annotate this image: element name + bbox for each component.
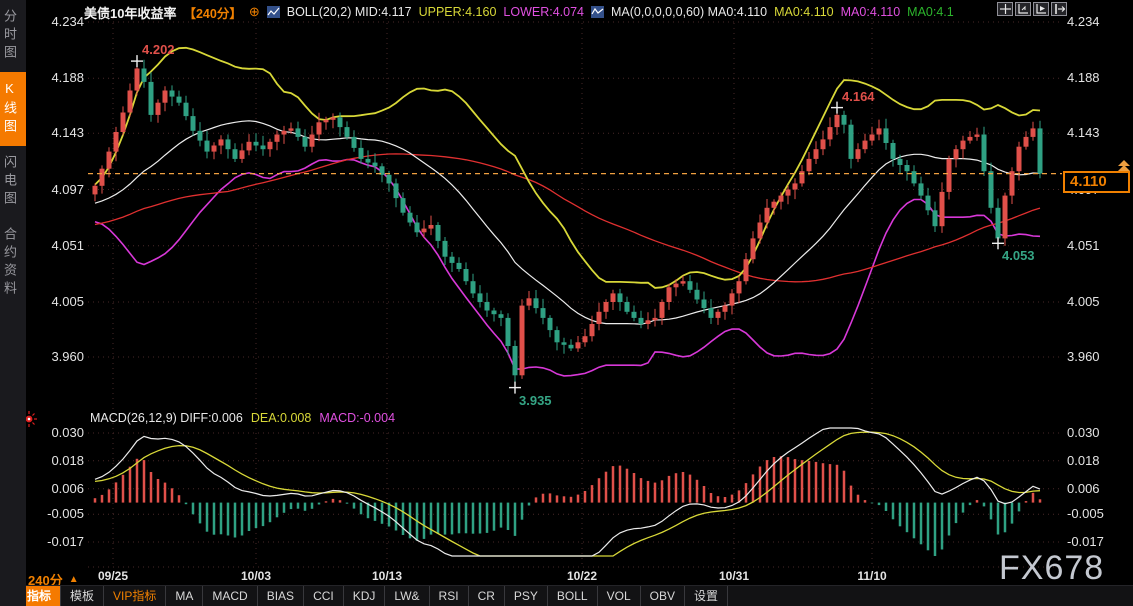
crosshair-tool-icon[interactable] <box>997 2 1013 16</box>
tab-vol[interactable]: VOL <box>598 586 641 606</box>
tab-template[interactable]: 模板 <box>61 586 104 606</box>
period-badge[interactable]: 【240分】 <box>183 3 241 22</box>
exit-panel-tool-icon[interactable] <box>1051 2 1067 16</box>
tab-bias[interactable]: BIAS <box>258 586 304 606</box>
sidebar-item-flash-chart[interactable]: 闪电图 <box>0 146 26 218</box>
macd-diff-value: MACD(26,12,9) DIFF:0.006 <box>90 411 243 425</box>
tab-rsi[interactable]: RSI <box>430 586 469 606</box>
last-price-badge: 4.110 <box>1063 171 1130 193</box>
macd-value: MACD:-0.004 <box>319 411 395 425</box>
chart-app-window: 4.2344.2344.1884.1884.1434.1434.0974.097… <box>0 0 1133 606</box>
ma-magenta-value: MA0:4.110 <box>841 5 901 19</box>
macd-legend: MACD(26,12,9) DIFF:0.006 DEA:0.008 MACD:… <box>90 411 395 425</box>
ma-yellow-value: MA0:4.110 <box>774 5 834 19</box>
ma-first-value: MA(0,0,0,0,0,60) MA0:4.110 <box>611 5 767 19</box>
boll-upper-value: UPPER:4.160 <box>419 5 497 19</box>
sidebar-item-kline-chart[interactable]: K线图 <box>0 72 26 146</box>
tab-boll[interactable]: BOLL <box>548 586 598 606</box>
tab-cci[interactable]: CCI <box>304 586 344 606</box>
boll-mid-value: BOLL(20,2) MID:4.117 <box>287 5 412 19</box>
tab-cr[interactable]: CR <box>469 586 505 606</box>
axis-scale-tool-icon[interactable] <box>1015 2 1031 16</box>
tab-vip-indicator[interactable]: VIP指标 <box>104 586 166 606</box>
sidebar: 分时图K线图闪电图合约资料 <box>0 0 26 606</box>
tab-lw[interactable]: LW& <box>385 586 429 606</box>
chart-header-legend: 美债10年收益率 【240分】 ⊕ BOLL(20,2) MID:4.117 U… <box>84 3 954 21</box>
symbol-title: 美债10年收益率 <box>84 3 176 22</box>
boll-lower-value: LOWER:4.074 <box>503 5 584 19</box>
chart-toolbar <box>997 2 1067 16</box>
ma-chart-icon[interactable] <box>591 6 604 18</box>
boll-chart-icon[interactable] <box>267 6 280 18</box>
tab-kdj[interactable]: KDJ <box>344 586 386 606</box>
indicator-tabbar: 指标模板VIP指标MAMACDBIASCCIKDJLW&RSICRPSYBOLL… <box>0 585 1133 606</box>
tab-obv[interactable]: OBV <box>641 586 685 606</box>
tab-ma[interactable]: MA <box>166 586 203 606</box>
tab-settings[interactable]: 设置 <box>685 586 728 606</box>
chevron-up-icon: ▲ <box>69 574 79 585</box>
tab-psy[interactable]: PSY <box>505 586 548 606</box>
tab-macd[interactable]: MACD <box>203 586 257 606</box>
add-indicator-icon[interactable]: ⊕ <box>249 4 260 20</box>
axis-play-tool-icon[interactable] <box>1033 2 1049 16</box>
sidebar-item-contract-info[interactable]: 合约资料 <box>0 218 26 308</box>
ma-green-value: MA0:4.1 <box>907 5 954 19</box>
fx678-watermark: FX678 <box>999 549 1104 588</box>
macd-dea-value: DEA:0.008 <box>251 411 311 425</box>
sidebar-item-time-chart[interactable]: 分时图 <box>0 0 26 72</box>
